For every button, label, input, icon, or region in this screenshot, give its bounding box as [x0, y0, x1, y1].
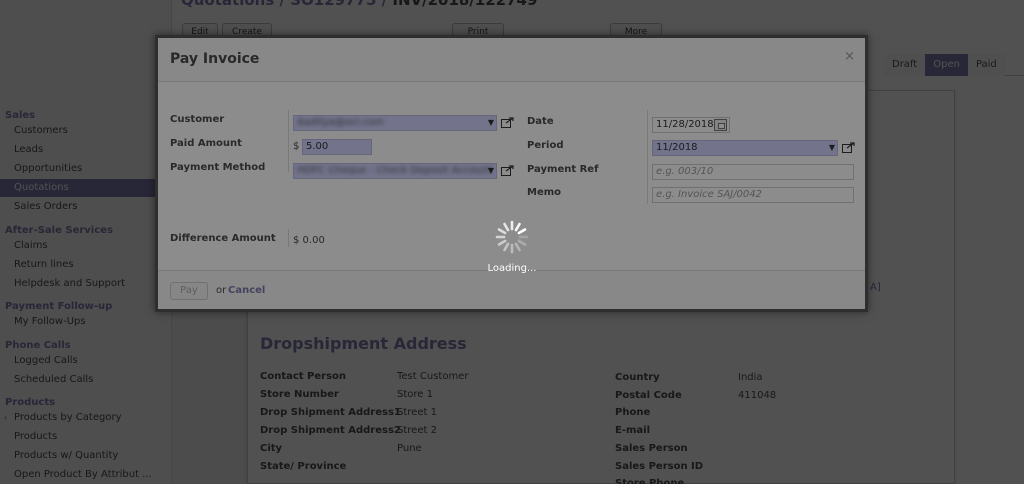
spinner-spoke [517, 239, 527, 246]
spinner-spoke [514, 242, 521, 252]
loading-text: Loading... [487, 263, 537, 274]
spinner-spoke [514, 222, 521, 232]
spinner-spoke [497, 228, 507, 235]
spinner-spoke [503, 222, 510, 232]
spinner-spoke [517, 228, 527, 235]
spinner-spoke [497, 239, 507, 246]
spinner-spoke [503, 242, 510, 252]
loading-spinner-icon [495, 220, 529, 254]
